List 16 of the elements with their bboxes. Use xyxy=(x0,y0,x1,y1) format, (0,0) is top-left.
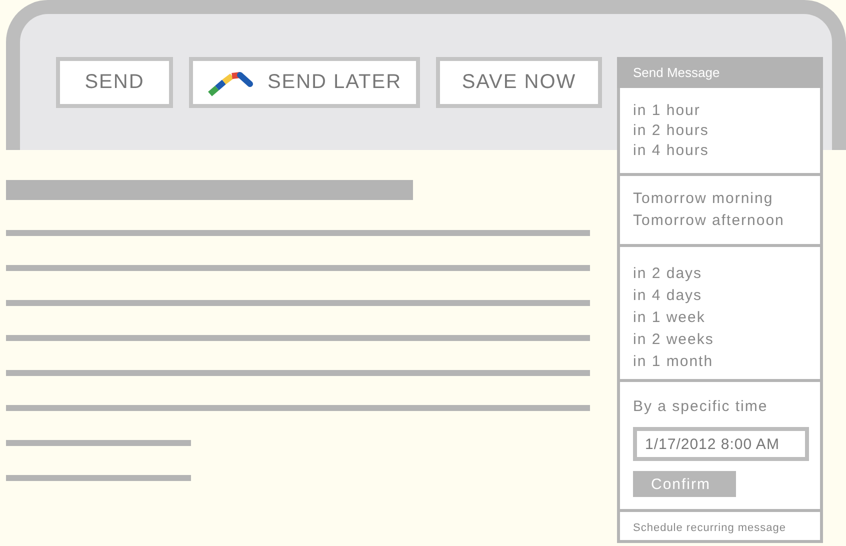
section-label: By a specific time xyxy=(633,397,769,417)
menu-item[interactable]: in 2 hours xyxy=(633,121,807,141)
menu-item[interactable]: in 4 hours xyxy=(633,141,807,161)
date-time-field[interactable]: 1/17/2012 8:00 AM xyxy=(633,427,809,461)
confirm-button[interactable]: Confirm xyxy=(633,471,736,497)
menu-item[interactable]: in 1 week xyxy=(633,307,807,329)
menu-item[interactable]: Tomorrow afternoon xyxy=(633,210,807,232)
menu-item[interactable]: in 4 days xyxy=(633,285,807,307)
toolbar-button[interactable]: SEND xyxy=(56,57,173,108)
menu-item[interactable]: Tomorrow morning xyxy=(633,188,807,210)
toolbar-button[interactable]: SAVE NOW xyxy=(436,57,602,108)
menu-item[interactable]: in 1 month xyxy=(633,351,807,373)
menu-item[interactable]: in 1 hour xyxy=(633,101,807,121)
toolbar-button[interactable]: SEND LATER xyxy=(189,57,420,108)
menu-item[interactable]: in 2 weeks xyxy=(633,329,807,351)
menu-item[interactable]: in 2 days xyxy=(633,263,807,285)
